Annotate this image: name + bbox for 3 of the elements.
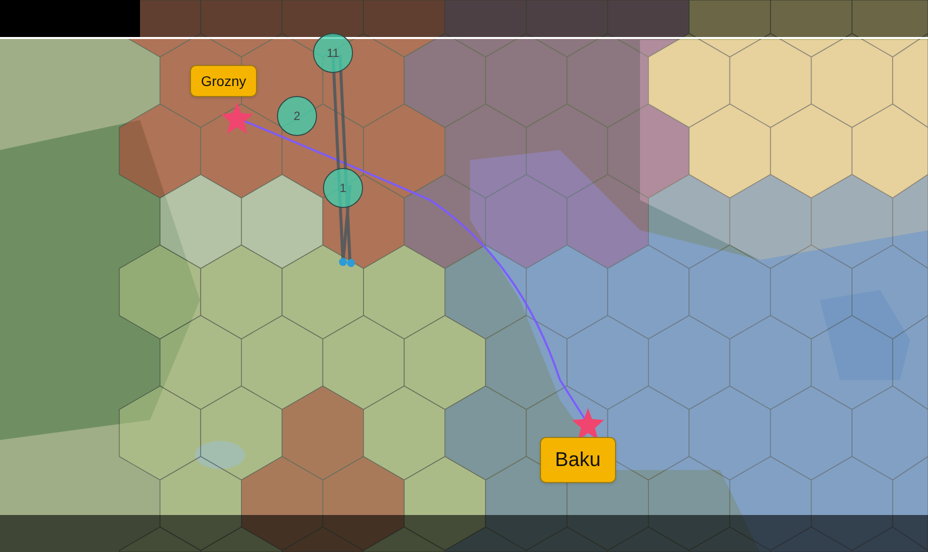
city-label: Grozny [190, 65, 258, 97]
star-icon [220, 101, 254, 135]
city-label: Baku [540, 437, 616, 483]
